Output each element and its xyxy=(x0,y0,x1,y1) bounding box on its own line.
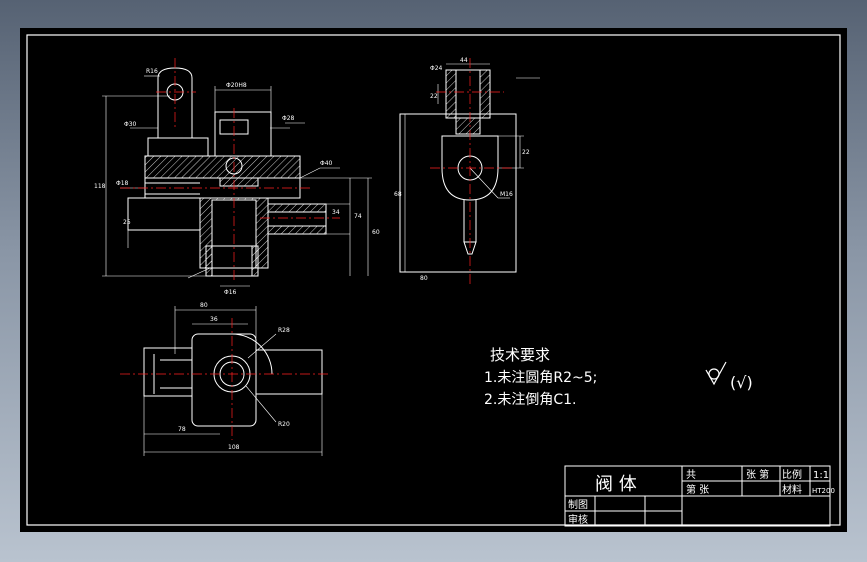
dim-front-25: 25 xyxy=(123,219,131,226)
drawing-viewport[interactable]: 技术要求 1.未注圆角R2~5; 2.未注倒角C1. (√) 阀 体 共 张 第… xyxy=(20,28,847,532)
drawing-border xyxy=(26,34,841,526)
dim-front-phi16: Φ16 xyxy=(224,289,237,296)
dim-top-80: 80 xyxy=(200,302,208,309)
part-name: 阀 体 xyxy=(595,474,637,495)
top-view xyxy=(143,306,323,456)
dim-top-r28: R28 xyxy=(278,327,290,334)
dim-front-74: 74 xyxy=(354,213,362,220)
dim-side-phi24: Φ24 xyxy=(430,65,443,72)
tech-req-title: 技术要求 xyxy=(490,346,550,364)
dimension-labels: R16 Φ20H8 Φ30 Φ28 Φ40 Φ18 Φ16 118 74 34 … xyxy=(94,57,530,451)
tech-req-item-2: 2.未注倒角C1. xyxy=(484,392,577,408)
sheet-count-label: 共 xyxy=(686,469,696,481)
sheet-label: 张 第 xyxy=(746,468,769,481)
roughness-check-icon xyxy=(705,361,727,386)
tech-req-item-1: 1.未注圆角R2~5; xyxy=(484,370,597,386)
dim-front-60: 60 xyxy=(372,229,380,236)
dim-side-m16: M16 xyxy=(500,191,513,198)
dim-side-80: 80 xyxy=(420,275,428,282)
dim-front-phi40: Φ40 xyxy=(320,160,333,167)
dim-front-phi18: Φ18 xyxy=(116,180,129,187)
material-value: HT200 xyxy=(812,487,835,495)
dim-front-r16: R16 xyxy=(146,68,158,75)
scale-value: 1:1 xyxy=(813,470,829,481)
cad-drawing: 技术要求 1.未注圆角R2~5; 2.未注倒角C1. (√) 阀 体 共 张 第… xyxy=(26,34,841,527)
roughness-label: (√) xyxy=(730,373,753,392)
dim-side-68: 68 xyxy=(394,191,402,198)
dim-side-22: 22 xyxy=(430,93,438,100)
dim-top-78: 78 xyxy=(178,426,186,433)
dim-top-108: 108 xyxy=(228,444,240,451)
material-label: 材料 xyxy=(782,483,802,496)
dim-front-phi28: Φ28 xyxy=(282,115,295,122)
top-centerlines xyxy=(120,318,330,440)
technical-requirements: 技术要求 1.未注圆角R2~5; 2.未注倒角C1. xyxy=(484,346,597,408)
dim-top-36: 36 xyxy=(210,316,218,323)
dim-top-r20: R20 xyxy=(278,421,290,428)
dim-front-34: 34 xyxy=(332,209,340,216)
checked-label: 审核 xyxy=(568,513,588,526)
dim-front-phi30: Φ30 xyxy=(124,121,137,128)
dim-front-phi20: Φ20H8 xyxy=(226,82,247,89)
dim-side-44: 44 xyxy=(460,57,468,64)
front-view xyxy=(102,67,372,287)
sheet-num-label: 第 张 xyxy=(686,483,709,496)
scale-label: 比例 xyxy=(782,468,802,481)
drawn-label: 制图 xyxy=(568,498,588,511)
dim-front-118: 118 xyxy=(94,183,106,190)
dim-side-22b: 22 xyxy=(522,149,530,156)
